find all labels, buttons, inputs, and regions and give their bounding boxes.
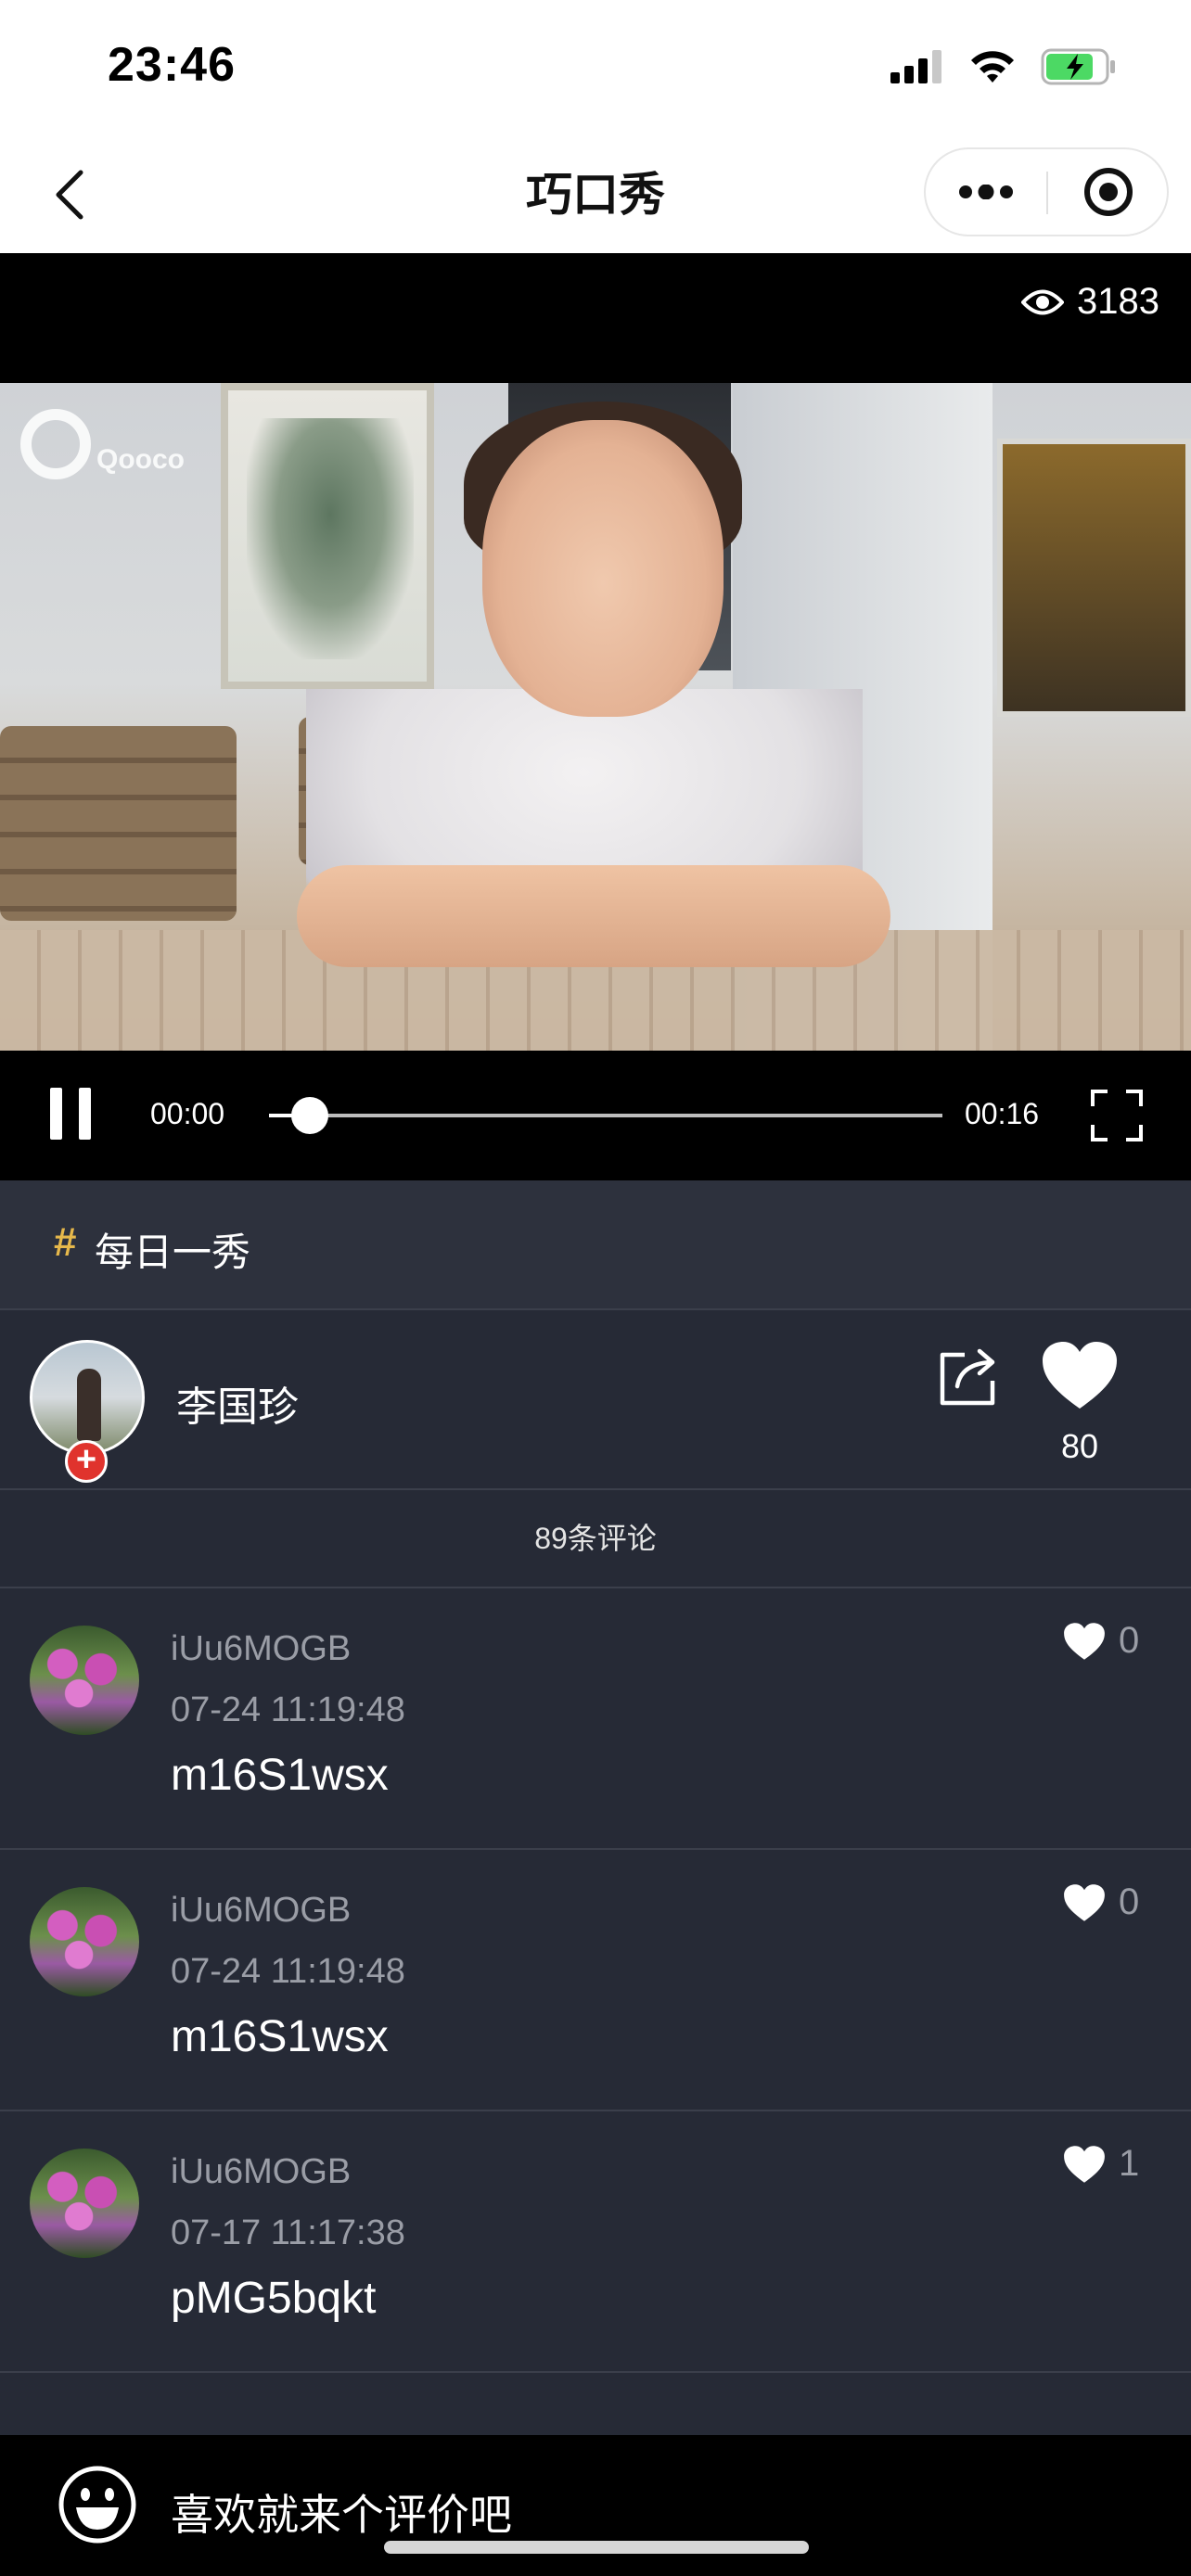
pause-icon xyxy=(79,1088,91,1140)
topic-tag[interactable]: # 每日一秀 xyxy=(0,1180,1191,1308)
pause-icon xyxy=(50,1088,62,1140)
heart-icon xyxy=(1064,1622,1105,1660)
comment-item: iUu6MOGB 07-24 11:19:48 m16S1wsx 0 xyxy=(0,1850,1191,2110)
watermark-text: Qooco xyxy=(96,444,185,475)
author-row: + 李国珍 80 xyxy=(0,1310,1191,1488)
comment-like-button[interactable]: 0 xyxy=(1063,1620,1139,1662)
comment-text: m16S1wsx xyxy=(171,1751,389,1800)
comment-like-button[interactable]: 1 xyxy=(1063,2143,1139,2185)
video-player[interactable]: Qooco xyxy=(0,383,1191,1051)
comment-like-count: 0 xyxy=(1119,1881,1140,1922)
status-icons xyxy=(890,41,1117,93)
view-count-value: 3183 xyxy=(1077,281,1159,322)
comment-text: m16S1wsx xyxy=(171,2012,389,2061)
home-indicator xyxy=(384,2541,809,2554)
mini-program-capsule xyxy=(924,147,1169,236)
battery-icon xyxy=(1041,48,1115,85)
commenter-name: iUu6MOGB xyxy=(171,1891,352,1930)
eye-icon xyxy=(1021,289,1065,314)
comment-input-bar[interactable]: 喜欢就来个评价吧 xyxy=(0,2435,1191,2576)
more-icon xyxy=(959,185,1013,199)
comment-like-count: 0 xyxy=(1119,1620,1140,1661)
status-bar: 23:46 xyxy=(0,0,1191,134)
topic-hash: # xyxy=(54,1219,77,1265)
commenter-name: iUu6MOGB xyxy=(171,1629,352,1668)
comment-item: iUu6MOGB 07-24 11:19:48 m16S1wsx 0 xyxy=(0,1588,1191,1848)
follow-button[interactable]: + xyxy=(65,1440,108,1483)
video-controls: 00:00 00:16 xyxy=(0,1051,1191,1180)
commenter-name: iUu6MOGB xyxy=(171,2152,352,2191)
divider xyxy=(0,2371,1191,2373)
progress-bar[interactable] xyxy=(269,1097,942,1134)
progress-handle[interactable] xyxy=(290,1097,328,1134)
more-button[interactable] xyxy=(926,149,1046,235)
wifi-icon xyxy=(971,51,1014,83)
nav-bar: 巧口秀 xyxy=(0,134,1191,253)
signal-icon xyxy=(890,50,941,83)
comment-input[interactable]: 喜欢就来个评价吧 xyxy=(171,2481,512,2543)
video-header: 3183 xyxy=(0,253,1191,383)
comment-like-button[interactable]: 0 xyxy=(1063,1881,1139,1923)
video-scene-person-face xyxy=(482,420,724,717)
commenter-avatar[interactable] xyxy=(30,1887,139,1996)
video-scene-arms xyxy=(297,865,890,967)
view-count: 3183 xyxy=(1021,281,1159,323)
topic-label: 每日一秀 xyxy=(95,1231,251,1274)
author-name: 李国珍 xyxy=(176,1384,299,1430)
video-scene-chair xyxy=(0,726,237,921)
comment-text: pMG5bqkt xyxy=(171,2274,377,2323)
share-icon[interactable] xyxy=(937,1344,1002,1409)
comments-count: 89条评论 xyxy=(0,1490,1191,1587)
emoji-icon[interactable] xyxy=(58,2465,137,2544)
heart-icon xyxy=(1064,1883,1105,1921)
close-button[interactable] xyxy=(1048,149,1169,235)
comment-like-count: 1 xyxy=(1119,2143,1140,2184)
pause-button[interactable] xyxy=(50,1088,91,1140)
video-watermark: Qooco xyxy=(20,409,185,479)
watermark-logo-icon xyxy=(20,409,91,479)
commenter-avatar[interactable] xyxy=(30,1626,139,1735)
video-scene-painting xyxy=(221,383,434,689)
fullscreen-icon[interactable] xyxy=(1091,1090,1143,1141)
comment-time: 07-24 11:19:48 xyxy=(171,1952,405,1991)
status-time: 23:46 xyxy=(108,38,236,92)
current-time: 00:00 xyxy=(150,1097,225,1130)
author-avatar[interactable] xyxy=(30,1340,145,1455)
comment-time: 07-24 11:19:48 xyxy=(171,1690,405,1729)
like-count: 80 xyxy=(1060,1427,1099,1465)
comment-time: 07-17 11:17:38 xyxy=(171,2213,405,2252)
commenter-avatar[interactable] xyxy=(30,2149,139,2258)
comment-item: iUu6MOGB 07-17 11:17:38 pMG5bqkt 1 xyxy=(0,2111,1191,2371)
duration: 00:16 xyxy=(965,1097,1040,1130)
close-target-icon xyxy=(1084,168,1133,216)
heart-icon xyxy=(1064,2145,1105,2183)
video-scene-cabinet xyxy=(997,439,1191,717)
heart-icon[interactable] xyxy=(1041,1340,1119,1410)
